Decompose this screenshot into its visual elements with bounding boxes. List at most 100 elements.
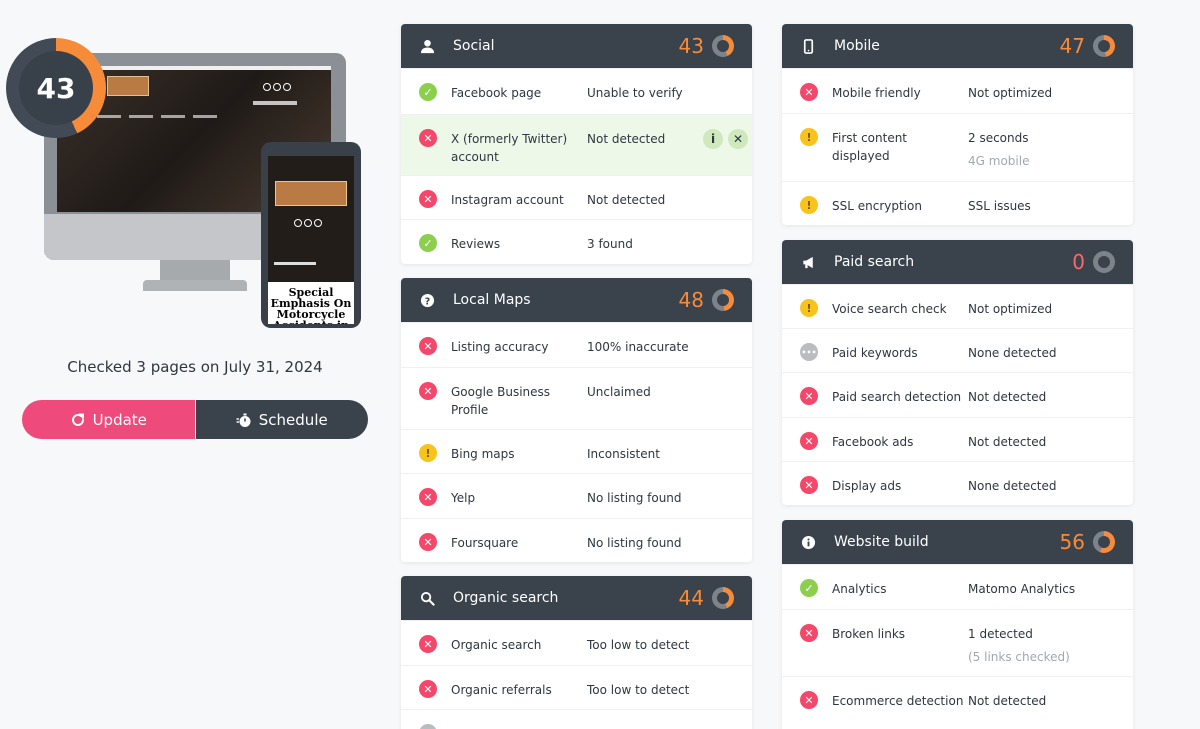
check-row: ✕ Mobile friendly Not optimized: [782, 68, 1133, 113]
check-label: Instagram account: [451, 193, 564, 207]
check-value: 3 found: [587, 237, 633, 251]
check-label: Analytics: [832, 582, 887, 596]
check-value: Unable to verify: [587, 86, 683, 100]
x-icon: ✕: [419, 533, 437, 551]
check-row: ✕ Google Business Profile Unclaimed: [401, 367, 752, 429]
card-score: 43: [678, 34, 704, 58]
check-row: ! First content displayed 2 seconds 4G m…: [782, 113, 1133, 181]
check-value: Unclaimed: [587, 385, 651, 399]
mobile-screenshot: Special Emphasis On Motorcycle Accidents…: [268, 156, 354, 324]
check-value: Not optimized: [968, 302, 1053, 316]
check-value: 100% inaccurate: [587, 340, 689, 354]
check-row: ✓ Facebook page Unable to verify: [401, 68, 752, 114]
check-value: Not detected: [587, 132, 666, 146]
x-icon: ✕: [419, 190, 437, 208]
check-label: Foursquare: [451, 536, 519, 550]
check-label: Broken links: [832, 627, 906, 641]
update-button[interactable]: Update: [22, 400, 195, 439]
check-label: Ecommerce detection: [832, 694, 964, 708]
card-header: Organic search 44: [401, 576, 752, 620]
card-header: Mobile 47: [782, 24, 1133, 68]
check-label: Facebook page: [451, 86, 542, 100]
x-icon: ✕: [419, 129, 437, 147]
check-value-main: 2 seconds: [968, 131, 1029, 145]
check-value: 1 detected (5 links checked): [968, 625, 1115, 666]
card-website-build: Website build 56 ✓ Analytics Matomo Anal…: [782, 520, 1133, 729]
card-header: Paid search 0: [782, 240, 1133, 284]
check-value: 2 seconds 4G mobile: [968, 129, 1115, 170]
check-value: None detected: [968, 479, 1057, 493]
more-icon: •••: [800, 343, 818, 361]
overall-score-ring: 43: [6, 38, 106, 138]
check-row: ✕ Instagram account Not detected: [401, 175, 752, 219]
check-icon: ✓: [419, 83, 437, 101]
check-row: ✕ Yelp No listing found: [401, 473, 752, 518]
check-label: Yelp: [451, 491, 476, 505]
check-value-sub: (5 links checked): [968, 650, 1070, 664]
check-row: ! Voice search check Not optimized: [782, 284, 1133, 328]
check-label: Voice search check: [832, 302, 947, 316]
check-value: Not detected: [968, 435, 1047, 449]
card-score: 48: [678, 288, 704, 312]
svg-text:?: ?: [425, 296, 430, 307]
x-icon: ✕: [800, 83, 818, 101]
check-label: Paid search detection: [832, 390, 962, 404]
x-icon: ✕: [419, 635, 437, 653]
card-score: 44: [678, 586, 704, 610]
phone-icon: [800, 38, 817, 55]
x-icon: ✕: [419, 488, 437, 506]
check-value: SSL issues: [968, 199, 1031, 213]
check-label: Bing maps: [451, 447, 515, 461]
check-value: Not detected: [587, 193, 666, 207]
schedule-button[interactable]: Schedule: [195, 400, 368, 439]
check-label: Google Business Profile: [451, 385, 551, 417]
check-label: Paid keywords: [832, 346, 918, 360]
check-label: SSL encryption: [832, 199, 922, 213]
score-ring: [712, 587, 734, 609]
overview-panel: Special Emphasis On Motorcycle Accidents…: [0, 0, 390, 729]
check-label: Organic referrals: [451, 683, 552, 697]
warning-icon: !: [419, 444, 437, 462]
x-icon: ✕: [800, 691, 818, 709]
check-value: Matomo Analytics: [968, 582, 1076, 596]
close-icon[interactable]: ✕: [728, 129, 748, 149]
mobile-preview: Special Emphasis On Motorcycle Accidents…: [261, 142, 361, 328]
x-icon: ✕: [800, 476, 818, 494]
info-icon[interactable]: i: [703, 129, 723, 149]
check-row: ! Bing maps Inconsistent: [401, 429, 752, 473]
check-row: ✕ Organic referrals Too low to detect: [401, 665, 752, 709]
info-icon: [800, 534, 817, 551]
update-label: Update: [92, 410, 147, 429]
warning-icon: !: [800, 128, 818, 146]
warning-icon: !: [800, 196, 818, 214]
check-value: Not optimized: [968, 86, 1053, 100]
action-buttons: Update Schedule: [22, 400, 368, 439]
check-value: Too low to detect: [587, 638, 690, 652]
question-icon: ?: [419, 292, 436, 309]
check-row: ✕ Ecommerce detection Not detected: [782, 676, 1133, 720]
more-icon: •••: [417, 724, 439, 729]
card-score: 47: [1059, 34, 1085, 58]
card-mobile: Mobile 47 ✕ Mobile friendly Not optimize…: [782, 24, 1133, 225]
card-header: ? Local Maps 48: [401, 278, 752, 322]
card-organic-search: Organic search 44 ✕ Organic search Too l…: [401, 576, 752, 729]
score-ring: [712, 35, 734, 57]
check-row: ••• Paid keywords None detected: [782, 328, 1133, 372]
card-title: Website build: [834, 534, 929, 550]
score-ring: [1093, 251, 1115, 273]
check-row: ✕ Listing accuracy 100% inaccurate: [401, 322, 752, 367]
check-label: Organic search: [451, 638, 542, 652]
check-row: ✕ Organic search Too low to detect: [401, 620, 752, 665]
site-logo: [107, 76, 149, 96]
check-label: Facebook ads: [832, 435, 914, 449]
check-value: Not detected: [968, 390, 1047, 404]
check-label: First content displayed: [832, 131, 908, 163]
x-icon: ✕: [419, 337, 437, 355]
card-header: Social 43: [401, 24, 752, 68]
check-value: Inconsistent: [587, 447, 660, 461]
check-value: Too low to detect: [587, 683, 690, 697]
refresh-icon: [71, 413, 84, 426]
check-icon: ✓: [800, 579, 818, 597]
warning-icon: !: [800, 299, 818, 317]
megaphone-icon: [800, 254, 817, 271]
